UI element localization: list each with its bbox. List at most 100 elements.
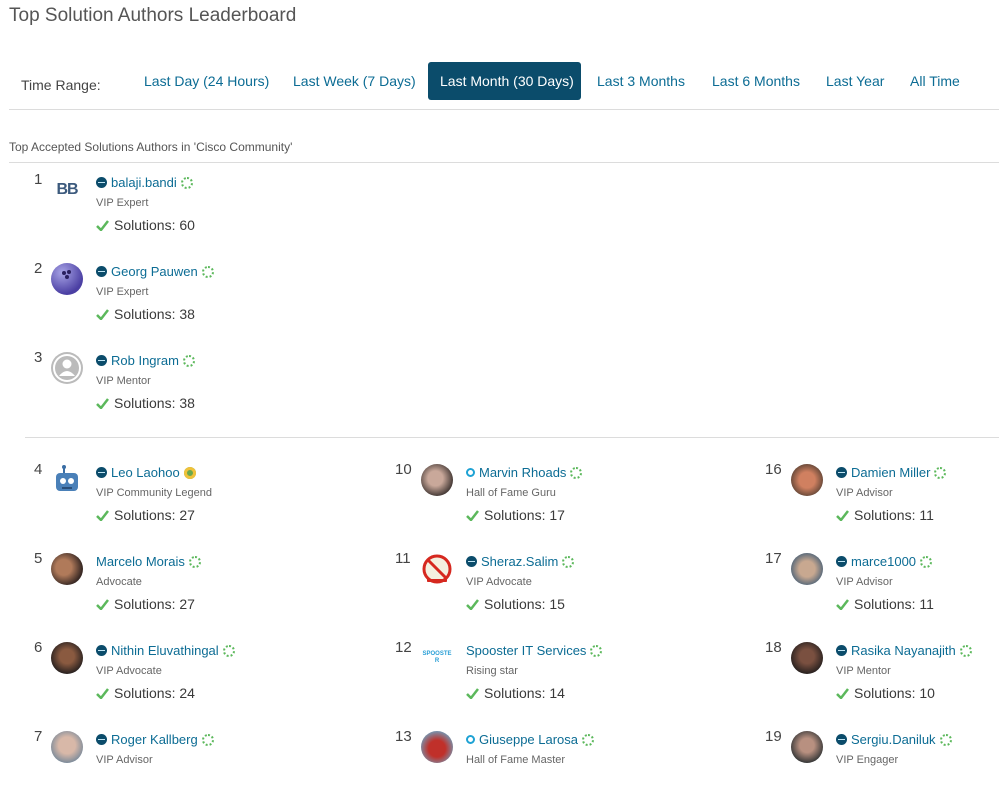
rank-number: 7 [34,728,43,745]
robot-icon [56,465,78,491]
author-name-link[interactable]: Damien Miller [851,465,930,480]
rank-number: 17 [765,550,782,567]
avatar[interactable] [791,642,823,674]
rank-number: 10 [395,461,412,478]
page-title: Top Solution Authors Leaderboard [9,5,297,26]
vip-icon [96,177,107,188]
author-rank-title: VIP Mentor [96,375,151,387]
avatar[interactable] [421,553,453,585]
avatar[interactable] [51,263,83,295]
leaderboard-entry-6: 6 Nithin Eluvathingal VIP Advocate Solut… [34,639,364,719]
leaderboard-entry-13: 13 Giuseppe Larosa Hall of Fame Master [395,728,725,808]
check-icon [96,219,109,231]
rank-number: 3 [34,349,43,366]
author-name-link[interactable]: Marvin Rhoads [479,465,566,480]
vip-icon [836,645,847,656]
avatar[interactable] [791,553,823,585]
author-rank-title: Hall of Fame Master [466,754,566,766]
avatar[interactable] [421,464,453,496]
rank-number: 19 [765,728,782,745]
solutions-count: Solutions: 14 [484,685,565,701]
author-name-link[interactable]: Giuseppe Larosa [479,732,578,747]
avatar[interactable] [421,731,453,763]
bowling-ball-icon [62,270,71,279]
avatar[interactable] [51,464,83,496]
solutions-count: Solutions: 10 [854,685,935,701]
rank-badge-icon [201,265,214,278]
author-rank-title: VIP Advocate [466,576,532,588]
avatar-initials: BB [56,181,78,198]
solutions-count: Solutions: 38 [114,306,195,322]
author-name-link[interactable]: Rasika Nayanajith [851,643,956,658]
check-icon [96,509,109,521]
solutions-count: Solutions: 27 [114,507,195,523]
tab-all-time[interactable]: All Time [898,62,972,100]
author-name-link[interactable]: Georg Pauwen [111,264,198,279]
vip-icon [96,355,107,366]
check-icon [836,687,849,699]
rank-number: 2 [34,260,43,277]
author-rank-title: VIP Community Legend [96,487,212,499]
vip-icon [96,266,107,277]
author-name-link[interactable]: Nithin Eluvathingal [111,643,219,658]
rank-badge-icon [959,644,972,657]
solutions-count: Solutions: 38 [114,395,195,411]
avatar[interactable] [791,731,823,763]
avatar[interactable] [51,352,83,384]
check-icon [836,598,849,610]
author-name-link[interactable]: balaji.bandi [111,175,177,190]
leaderboard-entry-11: 11 Sheraz.Salim VIP Advocate Solutions: … [395,550,725,630]
avatar[interactable] [51,642,83,674]
avatar[interactable] [51,553,83,585]
author-rank-title: VIP Mentor [836,665,891,677]
leaderboard-entry-12: 12 SPOOSTER Spooster IT Services Rising … [395,639,725,719]
check-icon [96,397,109,409]
rank-number: 4 [34,461,43,478]
vip-icon [96,467,107,478]
vip-icon [836,467,847,478]
tab-last-month[interactable]: Last Month (30 Days) [428,62,581,100]
rank-badge-icon [188,555,201,568]
avatar[interactable] [51,731,83,763]
tab-last-year[interactable]: Last Year [814,62,896,100]
avatar[interactable]: SPOOSTER [421,642,453,674]
divider [9,109,999,110]
check-icon [836,509,849,521]
leaderboard-entry-10: 10 Marvin Rhoads Hall of Fame Guru Solut… [395,461,725,541]
tab-last-day[interactable]: Last Day (24 Hours) [132,62,281,100]
author-name-link[interactable]: Sergiu.Daniluk [851,732,936,747]
tab-last-3-months[interactable]: Last 3 Months [585,62,697,100]
author-rank-title: VIP Advocate [96,665,162,677]
check-icon [96,308,109,320]
solutions-count: Solutions: 27 [114,596,195,612]
leaderboard-entry-2: 2 Georg Pauwen VIP Expert Solutions: 38 [34,260,364,340]
tab-last-week[interactable]: Last Week (7 Days) [281,62,428,100]
rank-number: 6 [34,639,43,656]
leaderboard-subheading: Top Accepted Solutions Authors in 'Cisco… [9,140,293,154]
avatar[interactable]: BB [51,174,83,206]
check-icon [466,509,479,521]
author-rank-title: VIP Advisor [836,576,893,588]
rank-badge-icon [180,176,193,189]
author-name-link[interactable]: marce1000 [851,554,916,569]
rank-badge-icon [570,466,583,479]
author-rank-title: Rising star [466,665,518,677]
author-name-link[interactable]: Spooster IT Services [466,643,586,658]
legend-badge-icon [183,466,196,479]
leaderboard-entry-4: 4 Leo Laohoo VIP Community Legend Soluti… [34,461,364,541]
author-name-link[interactable]: Roger Kallberg [111,732,198,747]
author-name-link[interactable]: Sheraz.Salim [481,554,558,569]
leaderboard-entry-3: 3 Rob Ingram VIP Mentor Solutions: 38 [34,349,364,429]
author-name-link[interactable]: Rob Ingram [111,353,179,368]
avatar[interactable] [791,464,823,496]
rank-number: 16 [765,461,782,478]
solutions-count: Solutions: 11 [854,596,934,612]
author-name-link[interactable]: Leo Laohoo [111,465,180,480]
rank-badge-icon [920,555,933,568]
leaderboard-entry-5: 5 Marcelo Morais Advocate Solutions: 27 [34,550,364,630]
leaderboard-entry-1: 1 BB balaji.bandi VIP Expert Solutions: … [34,171,364,251]
author-rank-title: VIP Expert [96,197,149,209]
tab-last-6-months[interactable]: Last 6 Months [700,62,812,100]
author-name-link[interactable]: Marcelo Morais [96,554,185,569]
default-user-icon [53,354,81,382]
